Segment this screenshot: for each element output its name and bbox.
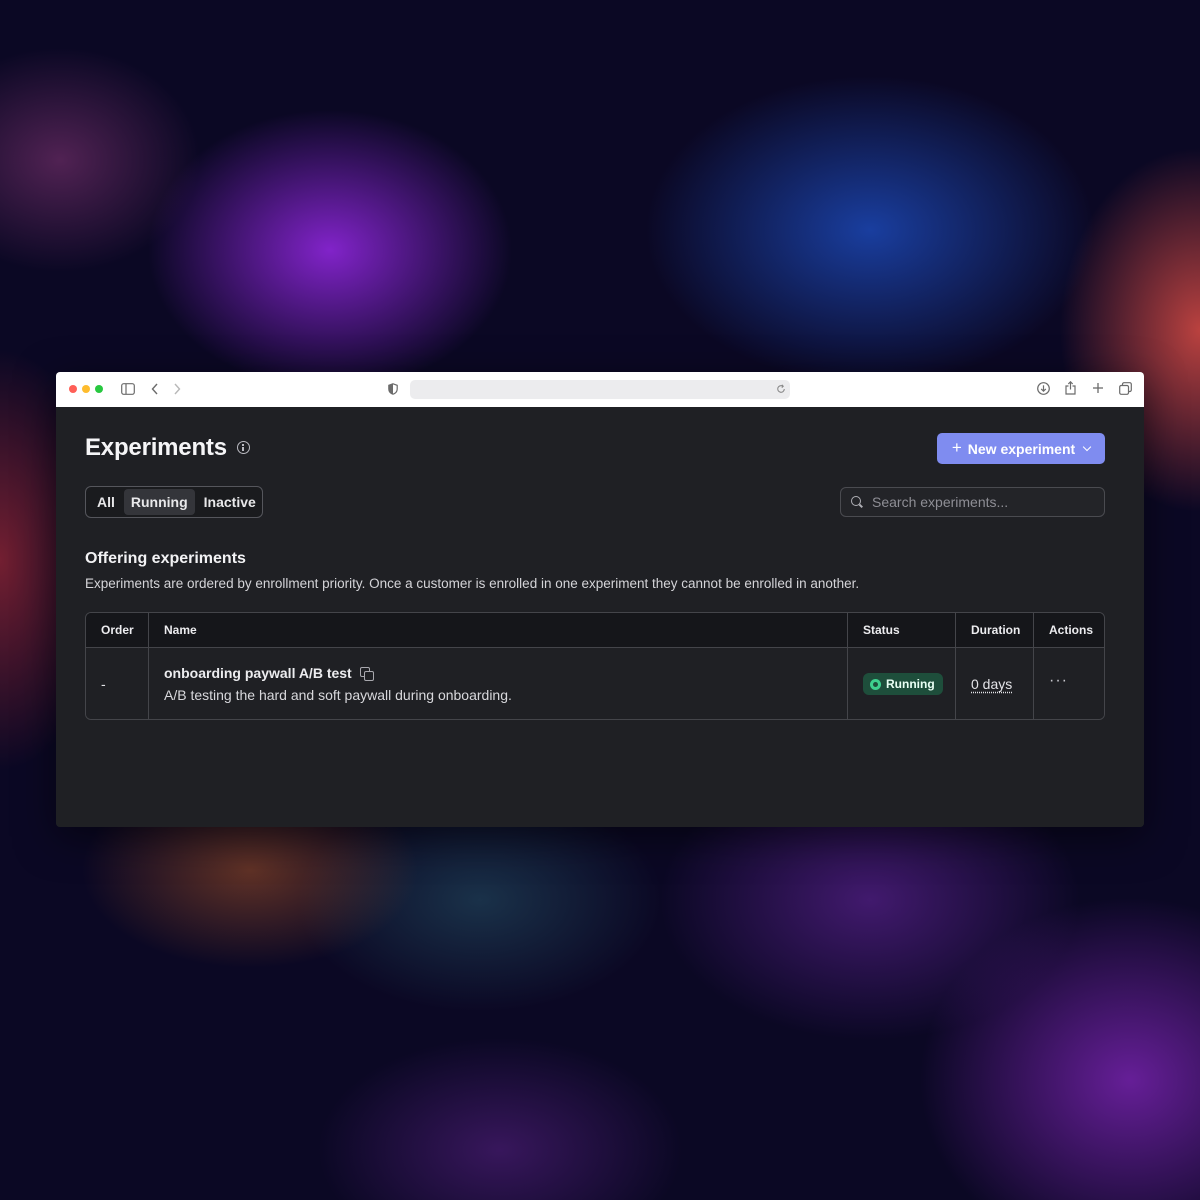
new-experiment-button[interactable]: + New experiment xyxy=(937,433,1105,464)
header-actions: Actions xyxy=(1049,623,1094,637)
shield-icon[interactable] xyxy=(388,383,398,397)
reload-icon[interactable] xyxy=(776,384,786,396)
filter-running[interactable]: Running xyxy=(123,489,195,515)
row-status-cell: Running xyxy=(848,648,956,719)
plus-icon: + xyxy=(951,438,962,457)
forward-icon[interactable] xyxy=(173,383,181,397)
table-row[interactable]: - onboarding paywall A/B test A/B testin… xyxy=(86,648,1104,719)
page-content: Experiments + New experiment All Running… xyxy=(56,407,1144,827)
zoom-window-button[interactable] xyxy=(95,385,103,393)
info-icon[interactable] xyxy=(237,441,250,454)
row-name-cell: onboarding paywall A/B test A/B testing … xyxy=(149,648,848,719)
browser-toolbar xyxy=(56,372,1144,407)
table-header: Order Name Status Duration Actions xyxy=(86,613,1104,648)
header-status: Status xyxy=(848,613,956,647)
browser-window: Experiments + New experiment All Running… xyxy=(56,372,1144,827)
filter-inactive[interactable]: Inactive xyxy=(197,489,263,515)
row-duration-cell: 0 days xyxy=(956,648,1034,719)
chevron-down-icon xyxy=(1082,442,1092,451)
header-name: Name xyxy=(149,613,848,647)
status-badge: Running xyxy=(863,673,943,695)
tab-overview-icon[interactable] xyxy=(1119,382,1132,397)
status-label: Running xyxy=(886,677,935,691)
row-order: - xyxy=(86,648,149,719)
search-box xyxy=(840,487,1105,517)
section-description: Experiments are ordered by enrollment pr… xyxy=(85,576,860,591)
running-status-icon xyxy=(870,678,881,690)
search-icon xyxy=(851,496,863,508)
new-experiment-label: New experiment xyxy=(967,440,1076,457)
address-bar[interactable] xyxy=(410,380,790,399)
experiment-description: A/B testing the hard and soft paywall du… xyxy=(164,687,512,703)
close-window-button[interactable] xyxy=(69,385,77,393)
copy-icon[interactable] xyxy=(359,666,374,681)
section-title: Offering experiments xyxy=(85,550,246,567)
header-order: Order xyxy=(86,613,149,647)
header-duration: Duration xyxy=(956,613,1034,647)
page-title: Experiments xyxy=(85,434,227,461)
download-icon[interactable] xyxy=(1037,382,1050,397)
experiments-table: Order Name Status Duration Actions - onb… xyxy=(85,612,1105,720)
status-filter: All Running Inactive xyxy=(85,486,263,518)
more-actions-icon[interactable]: ··· xyxy=(1049,673,1068,689)
new-tab-icon[interactable] xyxy=(1092,382,1104,396)
experiment-name[interactable]: onboarding paywall A/B test xyxy=(164,665,352,681)
minimize-window-button[interactable] xyxy=(82,385,90,393)
share-icon[interactable] xyxy=(1065,380,1076,397)
sidebar-toggle-icon[interactable] xyxy=(121,383,135,397)
row-actions-cell: ··· xyxy=(1034,648,1104,719)
window-controls xyxy=(69,385,103,393)
search-input[interactable] xyxy=(872,494,1092,510)
duration-value[interactable]: 0 days xyxy=(971,676,1012,692)
filter-all[interactable]: All xyxy=(90,489,122,515)
back-icon[interactable] xyxy=(151,383,159,397)
